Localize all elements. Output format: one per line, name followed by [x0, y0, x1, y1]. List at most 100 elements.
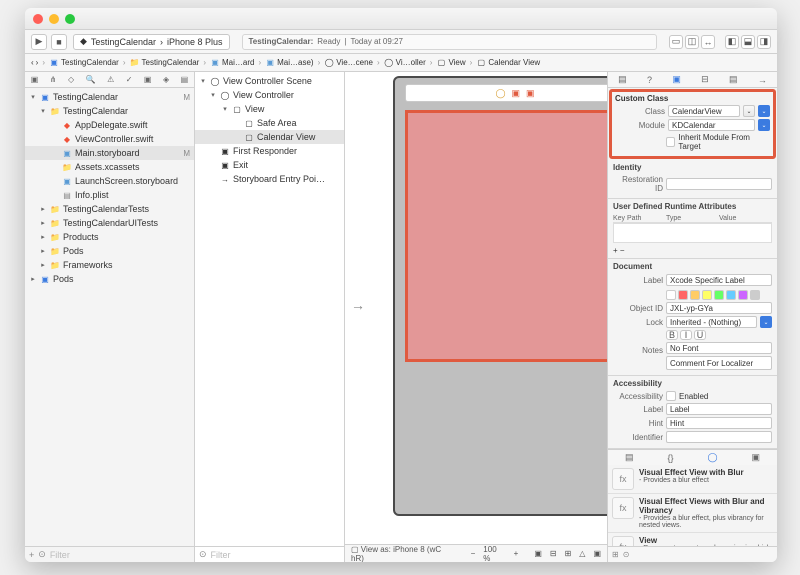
module-dropdown[interactable]: ⌄: [758, 119, 770, 131]
tree-row[interactable]: ▸📁Frameworks: [25, 258, 194, 272]
tree-row[interactable]: ▾▣TestingCalendarM: [25, 90, 194, 104]
media-library-icon[interactable]: ▣: [752, 452, 761, 463]
symbol-icon[interactable]: ◇: [68, 75, 74, 84]
filter-field[interactable]: Filter: [50, 550, 70, 560]
outline-row[interactable]: ▾◯View Controller: [195, 88, 344, 102]
embed-button[interactable]: ▣: [593, 549, 601, 558]
file-inspector-icon[interactable]: ▤: [618, 74, 627, 85]
acc-enabled-checkbox[interactable]: [666, 391, 676, 401]
breadcrumb-scene[interactable]: ◯Vie…cene: [324, 58, 381, 68]
outline-row[interactable]: ▣First Responder: [195, 144, 344, 158]
outline-row[interactable]: ▾◯View Controller Scene: [195, 74, 344, 88]
runtime-table[interactable]: [613, 223, 772, 243]
bold-button[interactable]: B: [666, 330, 678, 340]
search-icon[interactable]: 🔍: [86, 75, 96, 84]
tree-row[interactable]: ▸▣Pods: [25, 272, 194, 286]
attributes-inspector-icon[interactable]: ⊟: [701, 74, 709, 85]
navigator-tabs[interactable]: ▣ ⋔ ◇ 🔍 ⚠ ✓ ▣ ◈ ▤: [25, 72, 194, 88]
jump-forward-button[interactable]: ›: [36, 58, 47, 67]
assistant-editor-button[interactable]: ◫: [685, 35, 699, 49]
notes-font-field[interactable]: No Font: [666, 342, 772, 354]
breadcrumb-view[interactable]: ▢View: [436, 58, 474, 68]
zoom-icon[interactable]: [65, 14, 75, 24]
resolve-button[interactable]: △: [579, 549, 585, 558]
breadcrumb-vc[interactable]: ◯Vi…oller: [384, 58, 435, 68]
tree-row[interactable]: ▸📁Pods: [25, 244, 194, 258]
size-inspector-icon[interactable]: ▤: [729, 74, 738, 85]
label-color-swatches[interactable]: [666, 290, 760, 300]
toggle-navigator-button[interactable]: ◧: [725, 35, 739, 49]
scheme-selector[interactable]: ◆ TestingCalendar › iPhone 8 Plus: [73, 34, 230, 50]
tree-row[interactable]: ▣Main.storyboardM: [25, 146, 194, 160]
object-library[interactable]: fxVisual Effect View with Blur - Provide…: [608, 465, 777, 546]
file-template-icon[interactable]: ▤: [625, 452, 634, 463]
project-tree[interactable]: ▾▣TestingCalendarM▾📁TestingCalendar◆AppD…: [25, 88, 194, 546]
device-config-button[interactable]: ▢ View as: iPhone 8 (wC hR): [351, 545, 455, 563]
tree-row[interactable]: 📁Assets.xcassets: [25, 160, 194, 174]
acc-identifier-field[interactable]: [666, 431, 772, 443]
run-button[interactable]: ▶: [31, 34, 47, 50]
remove-attr-button[interactable]: −: [620, 246, 625, 255]
code-snippet-icon[interactable]: {}: [667, 453, 673, 463]
breadcrumb-storyboard[interactable]: ▣Mai…ard: [210, 58, 263, 68]
module-field[interactable]: KDCalendar: [668, 119, 755, 131]
pin-button[interactable]: ⊞: [565, 549, 572, 558]
constraints-button[interactable]: ▣: [534, 549, 542, 558]
class-dropdown[interactable]: ⌄: [758, 105, 770, 117]
tree-row[interactable]: ▤Info.plist: [25, 188, 194, 202]
inspector-tabs[interactable]: ▤ ? ▣ ⊟ ▤ →: [608, 72, 777, 88]
breakpoint-icon[interactable]: ◈: [163, 75, 169, 84]
toggle-debug-button[interactable]: ⬓: [741, 35, 755, 49]
scene-dock[interactable]: ◯ ▣ ▣: [405, 84, 607, 102]
stop-button[interactable]: ■: [51, 34, 67, 50]
exit-icon[interactable]: ▣: [526, 88, 535, 99]
library-item[interactable]: fxVisual Effect View with Blur - Provide…: [608, 465, 777, 494]
outline-row[interactable]: ▣Exit: [195, 158, 344, 172]
jump-back-button[interactable]: ‹: [31, 58, 34, 67]
tree-row[interactable]: ▸📁TestingCalendarUITests: [25, 216, 194, 230]
grid-icon[interactable]: ⊞: [612, 550, 619, 559]
vc-icon[interactable]: ◯: [495, 88, 505, 99]
lock-field[interactable]: Inherited - (Nothing): [666, 316, 757, 328]
outline-row[interactable]: ▢Safe Area: [195, 116, 344, 130]
report-icon[interactable]: ▤: [181, 75, 189, 84]
tree-row[interactable]: ◆ViewController.swift: [25, 132, 194, 146]
first-responder-icon[interactable]: ▣: [512, 88, 521, 99]
doc-label-field[interactable]: Xcode Specific Label: [666, 274, 772, 286]
minimize-icon[interactable]: [49, 14, 59, 24]
standard-editor-button[interactable]: ▭: [669, 35, 683, 49]
connections-inspector-icon[interactable]: →: [758, 75, 767, 85]
zoom-out-button[interactable]: −: [471, 549, 476, 558]
library-item[interactable]: fxView - Represents a rectangular region…: [608, 533, 777, 546]
add-attr-button[interactable]: +: [613, 246, 618, 255]
acc-label-field[interactable]: Label: [666, 403, 772, 415]
canvas-body[interactable]: → ◯ ▣ ▣: [345, 72, 607, 544]
device-frame[interactable]: ◯ ▣ ▣: [393, 76, 607, 516]
library-tabs[interactable]: ▤ {} ◯ ▣: [608, 449, 777, 465]
align-button[interactable]: ⊟: [550, 549, 557, 558]
breadcrumb-base[interactable]: ▣Mai…ase): [265, 58, 322, 68]
folder-icon[interactable]: ▣: [31, 75, 39, 84]
breadcrumb-project[interactable]: ▣TestingCalendar: [49, 58, 127, 68]
issue-icon[interactable]: ⚠: [107, 75, 114, 84]
calendar-view[interactable]: [405, 110, 607, 362]
inherit-checkbox[interactable]: [666, 137, 676, 147]
library-item[interactable]: fxVisual Effect Views with Blur and Vibr…: [608, 494, 777, 533]
tree-row[interactable]: ▸📁TestingCalendarTests: [25, 202, 194, 216]
object-library-icon[interactable]: ◯: [707, 452, 717, 463]
debug-icon[interactable]: ▣: [144, 75, 152, 84]
tree-row[interactable]: ▸📁Products: [25, 230, 194, 244]
toggle-inspector-button[interactable]: ◨: [757, 35, 771, 49]
outline-row[interactable]: ▢Calendar View: [195, 130, 344, 144]
outline-tree[interactable]: ▾◯View Controller Scene▾◯View Controller…: [195, 72, 344, 546]
tree-row[interactable]: ▣LaunchScreen.storyboard: [25, 174, 194, 188]
acc-hint-field[interactable]: Hint: [666, 417, 772, 429]
underline-button[interactable]: U: [694, 330, 706, 340]
breadcrumb-calendar-view[interactable]: ▢Calendar View: [476, 58, 540, 68]
restoration-field[interactable]: [666, 178, 772, 190]
zoom-in-button[interactable]: +: [514, 549, 519, 558]
breadcrumb-group[interactable]: 📁TestingCalendar: [130, 58, 208, 68]
identity-inspector-icon[interactable]: ▣: [672, 74, 681, 85]
add-button[interactable]: +: [29, 550, 34, 560]
test-icon[interactable]: ✓: [126, 75, 133, 84]
